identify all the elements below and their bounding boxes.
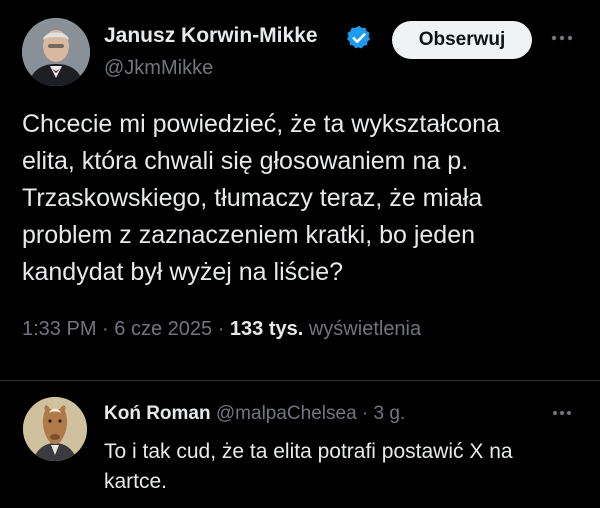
more-horizontal-icon[interactable]: [546, 401, 578, 425]
tweet-text-line: kandydat był wyżej na liście?: [22, 258, 343, 286]
tweet-text-line: problem z zaznaczeniem kratki, bo jeden: [22, 221, 476, 249]
author-handle[interactable]: @JkmMikke: [104, 57, 213, 80]
views-label: wyświetlenia: [308, 318, 422, 340]
verified-badge-icon: [345, 24, 373, 52]
tweet-text-line: Chcecie mi powiedzieć, że ta wykształcon…: [22, 110, 500, 138]
tweet-text-line: elita, która chwali się głosowaniem na p…: [22, 147, 469, 175]
tweet-metadata: 1:33 PM · 6 cze 2025 · 133 tys. wyświetl…: [22, 318, 421, 341]
tweet-date[interactable]: 6 cze 2025: [114, 318, 212, 340]
reply-age[interactable]: 3 g.: [374, 403, 406, 424]
tweet-text: Chcecie mi powiedzieć, że ta wykształcon…: [22, 106, 582, 291]
divider: [0, 380, 600, 381]
reply-text-line: kartce.: [104, 470, 168, 493]
follow-button[interactable]: Obserwuj: [392, 21, 532, 59]
separator-dot: ·: [361, 403, 374, 424]
reply-text-line: To i tak cud, że ta elita potrafi postaw…: [104, 440, 513, 463]
author-avatar[interactable]: [22, 18, 90, 86]
separator-dot: ·: [217, 318, 230, 340]
reply-text: To i tak cud, że ta elita potrafi postaw…: [104, 437, 584, 497]
reply-avatar-image: [23, 397, 87, 461]
author-avatar-image: [22, 18, 90, 86]
reply-author-name[interactable]: Koń Roman: [104, 403, 211, 424]
author-name[interactable]: Janusz Korwin-Mikke: [104, 24, 318, 48]
more-horizontal-icon[interactable]: [546, 24, 578, 52]
separator-dot: ·: [102, 318, 115, 340]
reply-header: Koń Roman @malpaChelsea · 3 g.: [104, 403, 405, 425]
views-count: 133 tys.: [229, 318, 304, 340]
reply-avatar[interactable]: [23, 397, 87, 461]
tweet-text-line: Trzaskowskiego, tłumaczy teraz, że miała: [22, 184, 483, 212]
reply-author-handle[interactable]: @malpaChelsea: [216, 403, 357, 424]
tweet-time[interactable]: 1:33 PM: [22, 318, 96, 340]
